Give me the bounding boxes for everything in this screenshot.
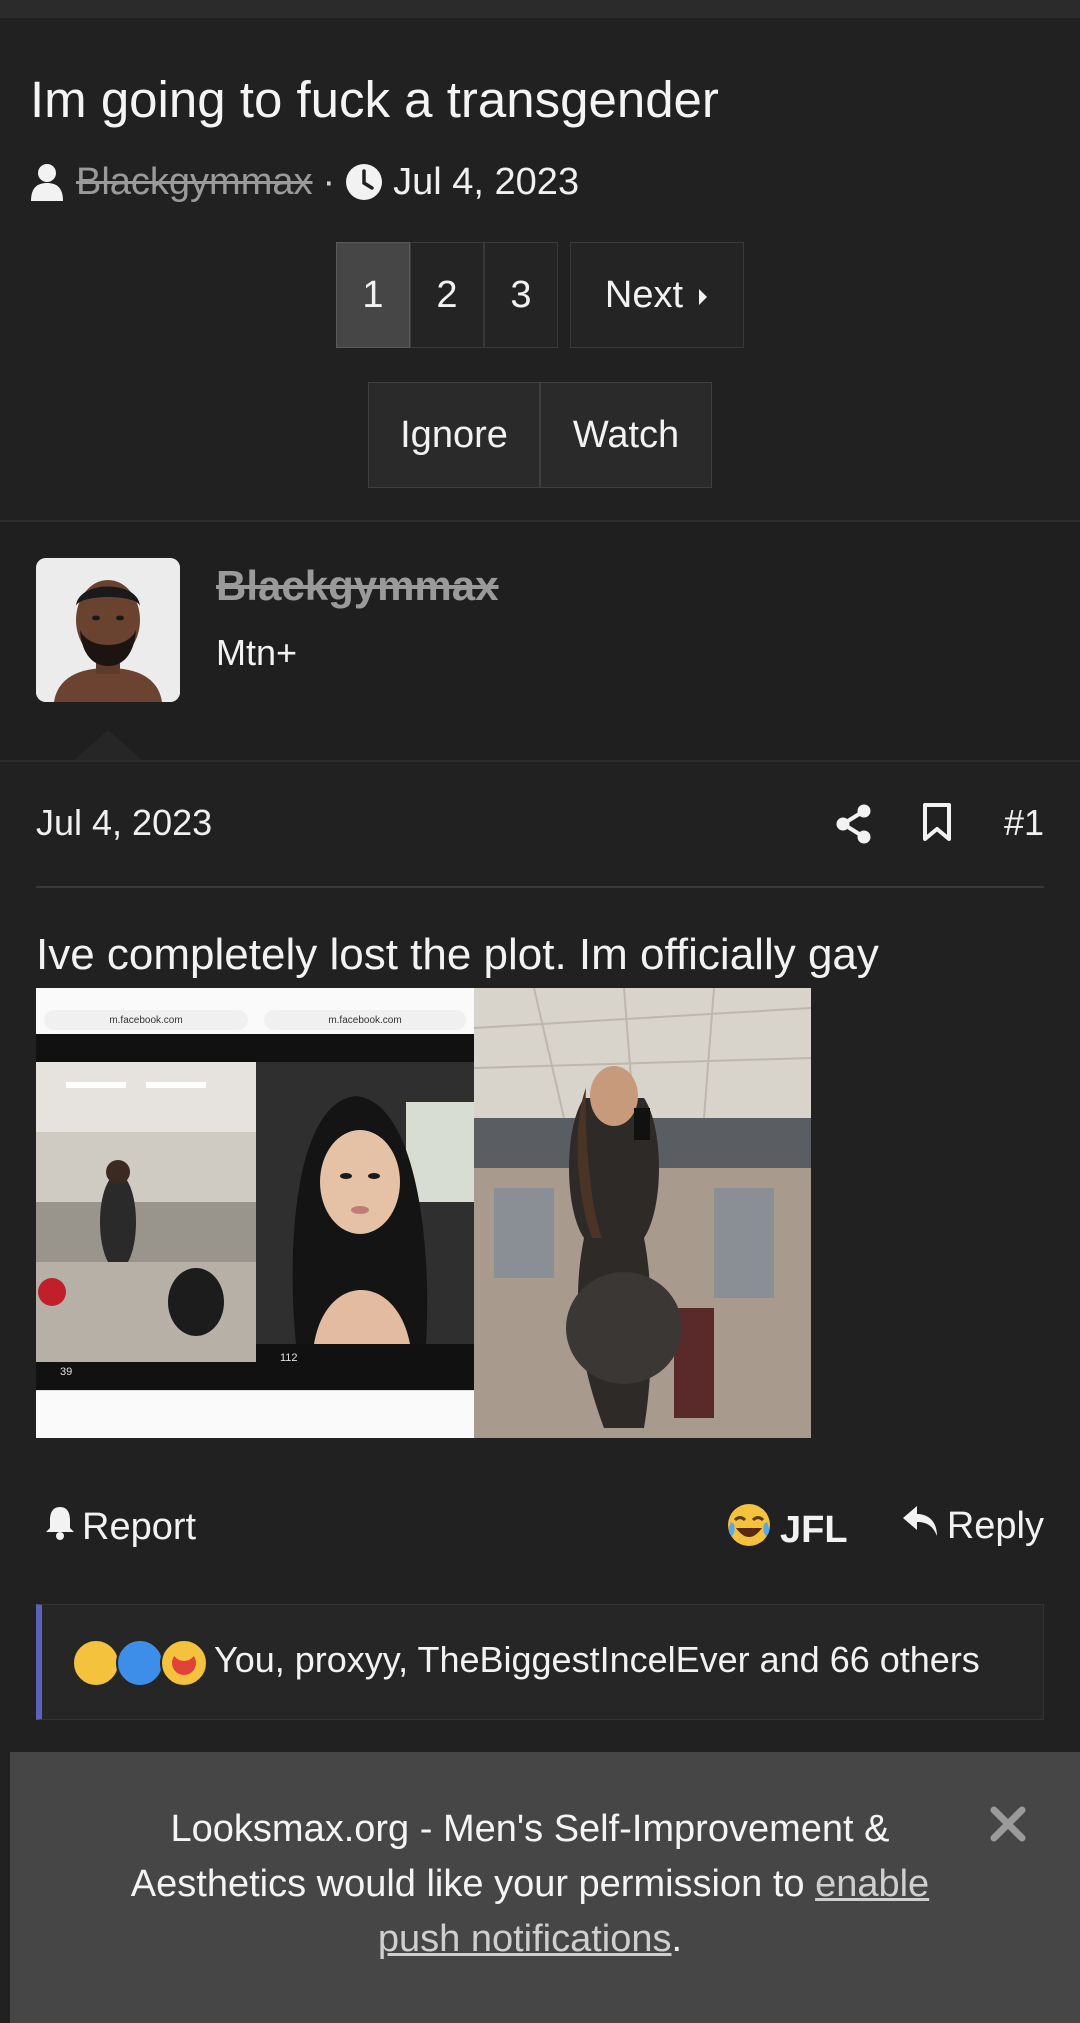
attachment-image[interactable]: m.facebook.com 39 (36, 988, 256, 1438)
browser-url-bar: m.facebook.com (44, 1010, 248, 1030)
attachment-image[interactable]: m.facebook.com 112 (256, 988, 474, 1438)
next-page-button[interactable]: Next (570, 242, 744, 348)
thread-meta: Blackgymmax · Jul 4, 2023 (30, 160, 579, 204)
report-label: Report (82, 1505, 197, 1548)
post-username-link[interactable]: Blackgymmax (216, 562, 499, 610)
reactions-text: You, proxyy, TheBiggestIncelEver and 66 … (214, 1639, 980, 1680)
post-date-link[interactable]: Jul 4, 2023 (36, 802, 212, 844)
clock-icon (345, 163, 383, 201)
next-label: Next (604, 273, 684, 316)
thread-author-link[interactable]: Blackgymmax (76, 161, 313, 204)
bell-icon (44, 1504, 76, 1550)
browser-nav-bar (256, 1390, 474, 1438)
user-title: Mtn+ (216, 632, 298, 673)
gym-photo (474, 988, 811, 1438)
browser-toolbar (256, 1034, 474, 1062)
notification-text-end: . (671, 1918, 683, 1960)
close-icon[interactable] (988, 1804, 1028, 1844)
top-strip (0, 0, 1080, 18)
post-body: Ive completely lost the plot. Im officia… (36, 930, 879, 979)
divider (36, 886, 1044, 888)
page-1-button[interactable]: 1 (336, 242, 410, 348)
meta-separator: · (322, 160, 336, 203)
browser-url-bar: m.facebook.com (264, 1010, 466, 1030)
heart-eyes-emoji-icon (160, 1639, 208, 1687)
page-2-button[interactable]: 2 (410, 242, 484, 348)
like-count: 39 (60, 1366, 73, 1378)
reaction-emojis (72, 1639, 208, 1687)
thread-date-link[interactable]: Jul 4, 2023 (393, 161, 579, 204)
user-icon (30, 163, 64, 201)
post-user-block: Blackgymmax Mtn+ (0, 522, 1080, 762)
post-number-link[interactable]: #1 (1004, 802, 1044, 844)
gym-mirror-photo (36, 1062, 256, 1362)
post-header: Jul 4, 2023 #1 (36, 800, 1044, 848)
crying-laughing-emoji-icon (726, 1502, 772, 1558)
notification-message: Looksmax.org - Men's Self-Improvement & … (100, 1802, 960, 1967)
pagination: 1 2 3 Next (336, 242, 744, 350)
reply-button[interactable]: Reply (901, 1504, 1044, 1548)
thumbs-up-emoji-icon (116, 1639, 164, 1687)
user-block-arrow (72, 730, 144, 762)
browser-toolbar (36, 1034, 256, 1062)
like-count: 112 (280, 1352, 298, 1364)
watch-button[interactable]: Watch (540, 382, 712, 488)
avatar[interactable] (36, 558, 180, 702)
reaction-bar (256, 1344, 474, 1390)
reply-icon (901, 1504, 939, 1548)
browser-nav-bar (36, 1390, 256, 1438)
caret-right-icon (697, 274, 709, 317)
thread-action-buttons: Ignore Watch (368, 382, 712, 488)
reaction-button[interactable]: JFL (726, 1502, 848, 1558)
post-actions: Report JFL Reply (36, 1502, 1044, 1554)
reaction-label: JFL (780, 1508, 848, 1551)
push-notification-banner: Looksmax.org - Men's Self-Improvement & … (10, 1752, 1080, 2023)
share-icon[interactable] (836, 804, 872, 849)
reactions-bar[interactable]: You, proxyy, TheBiggestIncelEver and 66 … (36, 1604, 1044, 1720)
report-button[interactable]: Report (44, 1504, 196, 1550)
notification-text: Looksmax.org - Men's Self-Improvement & … (130, 1808, 890, 1905)
crying-laughing-emoji-icon (72, 1639, 120, 1687)
divider (0, 760, 1080, 762)
selfie-photo (256, 1062, 474, 1344)
ignore-button[interactable]: Ignore (368, 382, 540, 488)
page-3-button[interactable]: 3 (484, 242, 558, 348)
reply-label: Reply (946, 1504, 1044, 1547)
attachment-image[interactable] (474, 988, 811, 1438)
thread-title: Im going to fuck a transgender (30, 71, 719, 128)
bookmark-icon[interactable] (922, 802, 952, 847)
